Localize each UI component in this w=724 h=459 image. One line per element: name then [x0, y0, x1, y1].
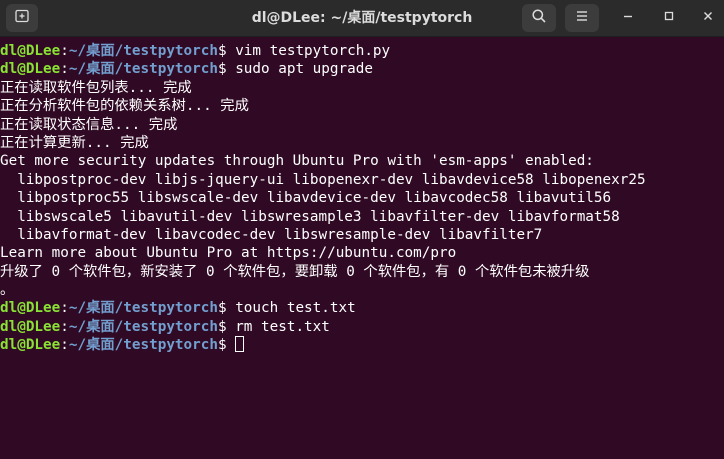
output-line: 正在计算更新... 完成 — [0, 134, 149, 151]
prompt-symbol: $ — [217, 300, 227, 317]
prompt-colon: : — [60, 318, 69, 335]
minimize-button[interactable] — [616, 6, 640, 30]
output-line: 正在读取软件包列表... 完成 — [0, 79, 192, 96]
maximize-button[interactable] — [657, 6, 681, 30]
menu-button[interactable] — [565, 4, 599, 32]
output-line: 升级了 0 个软件包，新安装了 0 个软件包，要卸载 0 个软件包，有 0 个软… — [0, 263, 590, 280]
command-text: sudo apt upgrade — [226, 61, 373, 78]
output-line: libswscale5 libavutil-dev libswresample3… — [0, 208, 620, 225]
prompt-colon: : — [60, 300, 69, 317]
text-cursor — [235, 336, 245, 353]
output-line: Get more security updates through Ubuntu… — [0, 153, 594, 170]
output-line: libpostproc55 libswscale-dev libavdevice… — [0, 190, 612, 207]
prompt-path: ~/桌面/testpytorch — [68, 337, 218, 354]
prompt-line: dl@DLee:~/桌面/testpytorch$ vim testpytorc… — [0, 42, 724, 60]
command-text: touch test.txt — [226, 300, 356, 317]
new-tab-button[interactable] — [6, 4, 38, 32]
output-line: Learn more about Ubuntu Pro at https://u… — [0, 245, 457, 262]
maximize-icon — [663, 9, 675, 27]
prompt-symbol: $ — [217, 43, 227, 59]
prompt-user-host: dl@DLee — [0, 318, 61, 335]
prompt-colon: : — [60, 337, 69, 354]
prompt-symbol: $ — [217, 318, 227, 335]
prompt-path: ~/桌面/testpytorch — [68, 300, 218, 317]
command-input[interactable] — [227, 337, 236, 353]
close-button[interactable] — [696, 6, 720, 30]
prompt-line: dl@DLee:~/桌面/testpytorch$ rm test.txt — [0, 318, 724, 336]
output-line: 。 — [0, 282, 15, 299]
command-text: vim testpytorch.py — [226, 43, 391, 59]
new-tab-icon — [14, 8, 30, 29]
search-icon — [531, 8, 547, 29]
prompt-colon: : — [60, 61, 69, 78]
prompt-user-host: dl@DLee — [0, 337, 61, 354]
output-line: 正在分析软件包的依赖关系树... 完成 — [0, 98, 249, 115]
close-icon — [702, 9, 714, 27]
prompt-user-host: dl@DLee — [0, 61, 61, 78]
terminal-output[interactable]: dl@DLee:~/桌面/testpytorch$ vim testpytorc… — [0, 42, 724, 459]
prompt-colon: : — [60, 43, 69, 59]
prompt-user-host: dl@DLee — [0, 300, 61, 317]
terminal-window: dl@DLee: ~/桌面/testpytorch dl@DLee:~/桌面/t… — [0, 0, 724, 459]
prompt-path: ~/桌面/testpytorch — [68, 43, 218, 59]
active-prompt-line[interactable]: dl@DLee:~/桌面/testpytorch$ — [0, 336, 724, 354]
prompt-path: ~/桌面/testpytorch — [68, 318, 218, 335]
prompt-user-host: dl@DLee — [0, 43, 61, 59]
output-line: 正在读取状态信息... 完成 — [0, 116, 178, 133]
output-line: libavformat-dev libavcodec-dev libswresa… — [0, 226, 543, 243]
minimize-icon — [622, 9, 634, 27]
command-text: rm test.txt — [226, 318, 330, 335]
search-button[interactable] — [522, 4, 556, 32]
prompt-symbol: $ — [217, 61, 227, 78]
prompt-path: ~/桌面/testpytorch — [68, 61, 218, 78]
prompt-symbol: $ — [217, 337, 227, 354]
hamburger-menu-icon — [575, 9, 589, 28]
prompt-line: dl@DLee:~/桌面/testpytorch$ sudo apt upgra… — [0, 60, 724, 78]
title-bar[interactable]: dl@DLee: ~/桌面/testpytorch — [0, 0, 724, 37]
output-line: libpostproc-dev libjs-jquery-ui libopene… — [0, 171, 646, 188]
prompt-line: dl@DLee:~/桌面/testpytorch$ touch test.txt — [0, 299, 724, 317]
